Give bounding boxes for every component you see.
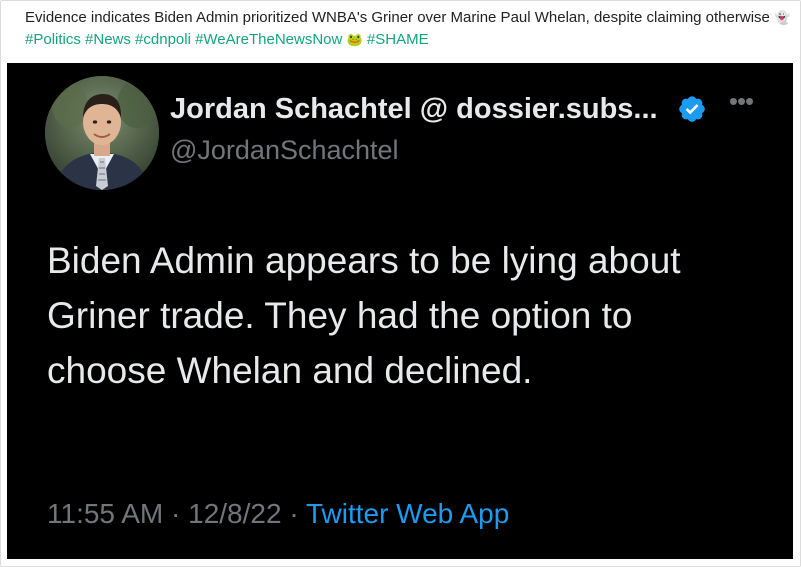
caption-hashtags[interactable]: #Politics #News #cdnpoli #WeAreTheNewsNo… <box>25 31 342 48</box>
embedded-tweet-image: Jordan Schachtel @ dossier.subs... ••• @… <box>7 63 793 559</box>
author-handle: @JordanSchachtel <box>170 135 399 165</box>
tweet-meta: 11:55 AM · 12/8/22 · Twitter Web App <box>47 498 509 530</box>
avatar-portrait-icon <box>45 76 159 190</box>
tweet-time: 11:55 AM <box>47 498 164 529</box>
meta-separator: · <box>171 498 181 529</box>
more-options-button[interactable]: ••• <box>723 88 759 114</box>
verified-badge-icon <box>679 96 705 122</box>
tweet-date: 12/8/22 <box>188 498 282 529</box>
tweet-text: Biden Admin appears to be lying about Gr… <box>47 240 681 391</box>
caption-text: Evidence indicates Biden Admin prioritiz… <box>25 9 770 26</box>
frog-emoji: 🐸 <box>346 32 363 47</box>
meta-separator: · <box>289 498 299 529</box>
tweet-source-link[interactable]: Twitter Web App <box>306 498 509 529</box>
author-name: Jordan Schachtel @ dossier.subs... <box>170 93 658 125</box>
hashtag-shame[interactable]: #SHAME <box>367 31 429 48</box>
post-caption: Evidence indicates Biden Admin prioritiz… <box>25 7 795 51</box>
ghost-emoji: 👻 <box>774 10 791 25</box>
avatar <box>45 76 159 190</box>
social-post-card: Evidence indicates Biden Admin prioritiz… <box>0 0 801 567</box>
